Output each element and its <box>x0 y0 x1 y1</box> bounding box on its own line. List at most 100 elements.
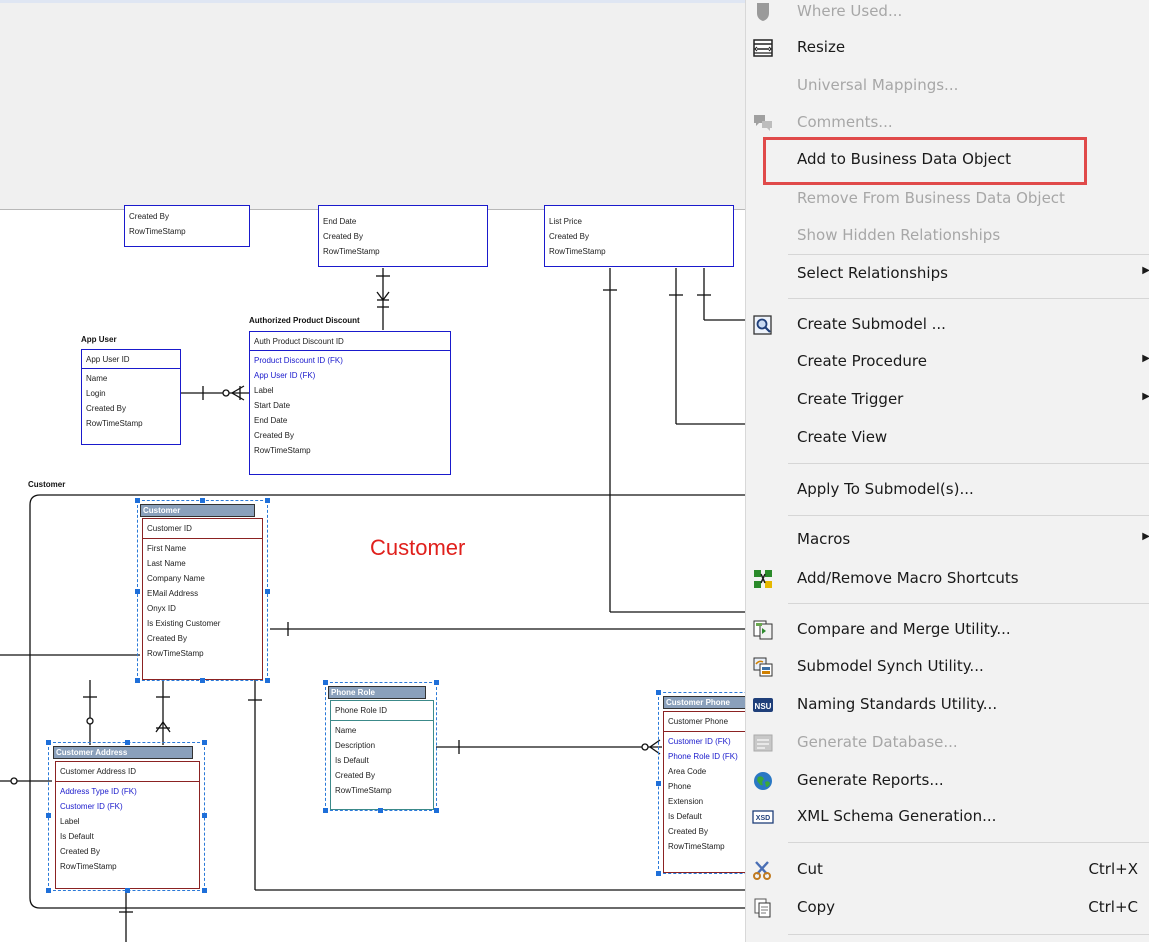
entity-key: Customer ID <box>143 519 262 539</box>
entity-customer[interactable]: Customer Customer ID First Name Last Nam… <box>135 498 270 683</box>
menu-item-create-procedure[interactable]: Create Procedure ▶ <box>746 344 1149 380</box>
resize-handle[interactable] <box>202 813 207 818</box>
scissors-icon <box>753 861 771 880</box>
entity-attr: EMail Address <box>147 589 199 598</box>
menu-item-label: Macros <box>797 530 851 548</box>
menu-item-comments[interactable]: Comments... <box>746 105 1149 141</box>
entity-attr: Created By <box>323 232 364 241</box>
entity-attr: Is Default <box>668 812 702 821</box>
where-used-icon <box>757 3 769 21</box>
resize-handle[interactable] <box>202 888 207 893</box>
menu-item-create-trigger[interactable]: Create Trigger ▶ <box>746 382 1149 418</box>
entity-attr: Is Default <box>60 832 94 841</box>
diagram-canvas[interactable]: Created By RowTimeStamp End Date Created… <box>0 0 745 942</box>
menu-item-apply-to-submodels[interactable]: Apply To Submodel(s)... <box>746 472 1149 508</box>
generate-reports-icon <box>754 772 772 790</box>
entity-key: Phone Role ID <box>331 701 433 721</box>
entity-attr: End Date <box>323 217 357 226</box>
menu-item-label: Apply To Submodel(s)... <box>797 480 974 498</box>
menu-item-macros[interactable]: Macros ▶ <box>746 522 1149 558</box>
resize-handle[interactable] <box>125 888 130 893</box>
entity-attr: End Date <box>254 416 288 425</box>
submodel-synch-icon <box>753 657 773 677</box>
entity-attr: RowTimeStamp <box>147 649 204 658</box>
resize-handle[interactable] <box>265 678 270 683</box>
entity-customer-address[interactable]: Customer Address Customer Address ID Add… <box>46 740 207 893</box>
resize-handle[interactable] <box>125 740 130 745</box>
menu-item-show-hidden-relationships[interactable]: Show Hidden Relationships <box>746 218 1149 254</box>
menu-item-add-remove-macro-shortcuts[interactable]: Add/Remove Macro Shortcuts <box>746 561 1149 597</box>
generate-database-icon <box>753 734 773 752</box>
entity-attr: RowTimeStamp <box>549 247 606 256</box>
menu-item-create-view[interactable]: Create View <box>746 420 1149 456</box>
menu-item-shortcut: Ctrl+C <box>1088 898 1138 916</box>
resize-handle[interactable] <box>46 888 51 893</box>
entity-phone-role[interactable]: Phone Role Phone Role ID Name Descriptio… <box>323 680 439 813</box>
resize-handle[interactable] <box>202 740 207 745</box>
resize-handle[interactable] <box>135 678 140 683</box>
resize-handle[interactable] <box>265 498 270 503</box>
menu-item-label: Create Submodel ... <box>797 315 946 333</box>
menu-item-copy[interactable]: Copy Ctrl+C <box>746 890 1149 926</box>
menu-separator <box>788 254 1149 255</box>
menu-item-remove-from-business-data-object[interactable]: Remove From Business Data Object <box>746 181 1149 217</box>
entity-attr: List Price <box>549 217 582 226</box>
menu-item-generate-reports[interactable]: Generate Reports... <box>746 763 1149 799</box>
entity-attr: RowTimeStamp <box>254 446 311 455</box>
resize-handle[interactable] <box>46 813 51 818</box>
entity-key: App User ID <box>82 350 180 369</box>
menu-item-cut[interactable]: Cut Ctrl+X <box>746 852 1149 888</box>
menu-item-universal-mappings[interactable]: Universal Mappings... <box>746 68 1149 104</box>
group-label-customer: Customer <box>28 480 66 489</box>
resize-handle[interactable] <box>434 808 439 813</box>
menu-item-create-submodel[interactable]: Create Submodel ... <box>746 307 1149 343</box>
resize-handle[interactable] <box>378 808 383 813</box>
create-submodel-icon <box>753 315 772 335</box>
entity-attr: Phone <box>668 782 692 791</box>
menu-item-compare-and-merge[interactable]: Compare and Merge Utility... <box>746 612 1149 648</box>
entity-attr: Name <box>86 374 108 383</box>
highlight-box <box>763 137 1087 185</box>
resize-handle[interactable] <box>135 498 140 503</box>
menu-item-resize[interactable]: Resize <box>746 30 1149 66</box>
entity-attr: Created By <box>254 431 295 440</box>
menu-item-label: Create View <box>797 428 888 446</box>
menu-item-where-used[interactable]: Where Used... <box>746 0 1149 30</box>
menu-item-select-relationships[interactable]: Select Relationships ▶ <box>746 256 1149 292</box>
menu-item-naming-standards[interactable]: NSU Naming Standards Utility... <box>746 687 1149 723</box>
resize-handle[interactable] <box>135 589 140 594</box>
entity-attr: Created By <box>335 771 376 780</box>
resize-handle[interactable] <box>200 498 205 503</box>
menu-item-submodel-synch[interactable]: Submodel Synch Utility... <box>746 649 1149 685</box>
entity-attr: RowTimeStamp <box>335 786 392 795</box>
entity-attr: Area Code <box>668 767 707 776</box>
resize-handle[interactable] <box>656 781 661 786</box>
entity-customer-phone[interactable]: Customer Phone Customer Phone Customer I… <box>656 690 745 876</box>
entity-fk: App User ID (FK) <box>254 371 316 380</box>
entity-attr: Created By <box>668 827 709 836</box>
resize-handle[interactable] <box>323 680 328 685</box>
entity-attr: Login <box>86 389 106 398</box>
resize-handle[interactable] <box>200 678 205 683</box>
entity-attr: Description <box>335 741 376 750</box>
entity-attr: Last Name <box>147 559 186 568</box>
resize-handle[interactable] <box>434 680 439 685</box>
menu-item-generate-database[interactable]: Generate Database... <box>746 725 1149 761</box>
resize-handle[interactable] <box>656 871 661 876</box>
menu-item-label: XML Schema Generation... <box>797 807 997 825</box>
entity-title: App User <box>81 335 117 344</box>
resize-handle[interactable] <box>265 589 270 594</box>
menu-item-label: Add/Remove Macro Shortcuts <box>797 569 1019 587</box>
compare-merge-icon <box>753 620 773 640</box>
entity-attr: Created By <box>549 232 590 241</box>
svg-text:XSD: XSD <box>756 815 770 822</box>
resize-handle[interactable] <box>46 740 51 745</box>
resize-handle[interactable] <box>656 690 661 695</box>
entity-key: Auth Product Discount ID <box>250 332 450 351</box>
menu-item-xml-schema-generation[interactable]: XSD XML Schema Generation... <box>746 799 1149 835</box>
menu-item-label: Universal Mappings... <box>797 76 959 94</box>
resize-handle[interactable] <box>323 808 328 813</box>
menu-item-label: Compare and Merge Utility... <box>797 620 1011 638</box>
entity-attr: Name <box>335 726 357 735</box>
menu-item-label: Where Used... <box>797 2 903 20</box>
